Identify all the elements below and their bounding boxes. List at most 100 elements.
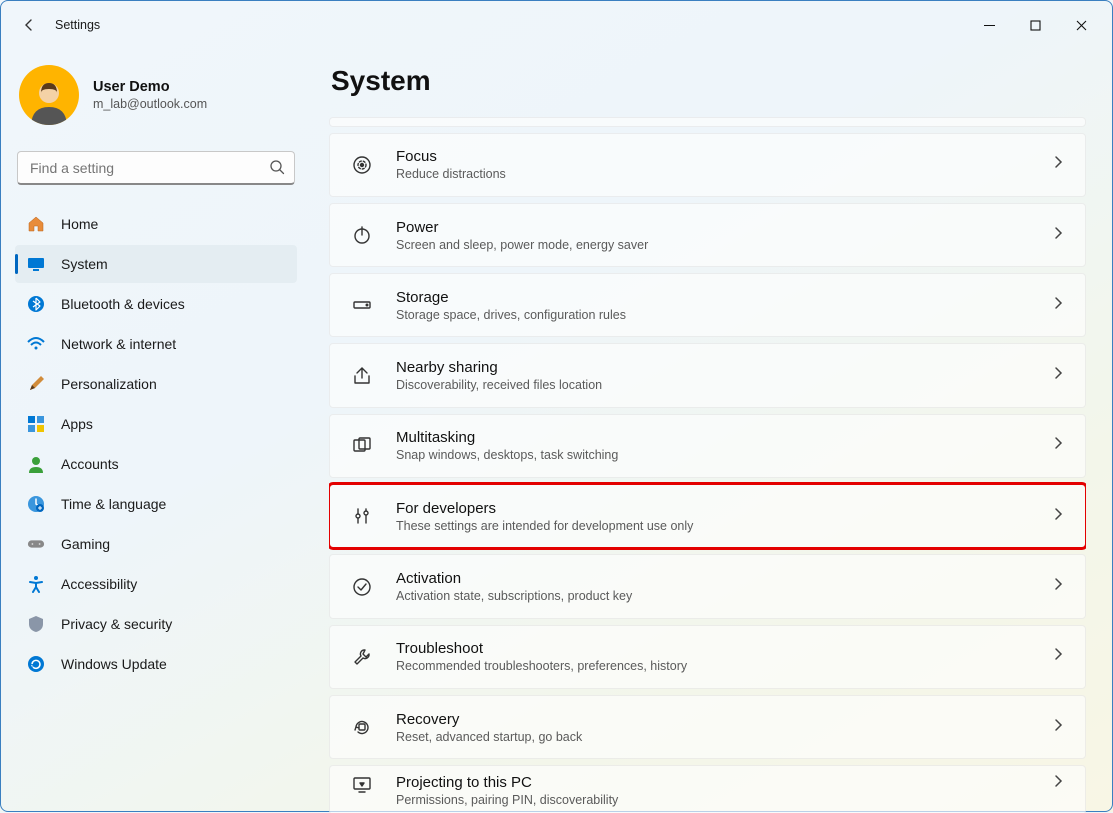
settings-card-project[interactable]: Projecting to this PC Permissions, pairin… (329, 765, 1086, 813)
nav-item-gamepad[interactable]: Gaming (15, 525, 297, 563)
project-icon (350, 774, 374, 796)
minimize-icon (984, 20, 995, 31)
profile[interactable]: User Demo m_lab@outlook.com (15, 59, 297, 145)
nav-item-person[interactable]: Accounts (15, 445, 297, 483)
nav-label: Home (61, 216, 98, 232)
multitask-icon (350, 435, 374, 457)
nav-label: Gaming (61, 536, 110, 552)
back-button[interactable] (15, 11, 43, 39)
sidebar: User Demo m_lab@outlook.com Home System Bl… (1, 49, 311, 813)
card-title: Troubleshoot (396, 640, 687, 657)
chevron-right-icon (1051, 647, 1065, 666)
main-content: System FocusReduce distractionsPowerScre… (311, 49, 1112, 813)
card-subtitle: Reset, advanced startup, go back (396, 730, 582, 744)
nav-label: Personalization (61, 376, 157, 392)
accessibility-icon (27, 575, 45, 593)
nav-label: Bluetooth & devices (61, 296, 185, 312)
settings-card-power[interactable]: Power Screen and sleep, power mode, energ… (329, 203, 1086, 267)
chevron-right-icon (1051, 436, 1065, 455)
nav-item-accessibility[interactable]: Accessibility (15, 565, 297, 603)
chevron-right-icon (1051, 296, 1065, 315)
card-title: Recovery (396, 711, 582, 728)
settings-card-recovery[interactable]: Recovery Reset, advanced startup, go back (329, 695, 1086, 759)
card-title: Storage (396, 289, 626, 306)
nav-label: Apps (61, 416, 93, 432)
wifi-icon (27, 335, 45, 353)
recovery-icon (350, 716, 374, 738)
nav-item-brush[interactable]: Personalization (15, 365, 297, 403)
person-icon (27, 455, 45, 473)
card-subtitle: Reduce distractions (396, 167, 506, 181)
share-icon (350, 365, 374, 387)
chevron-right-icon (1051, 226, 1065, 245)
chevron-right-icon (1051, 577, 1065, 596)
settings-list: Focus Reduce distractions Power Screen and … (329, 117, 1086, 813)
card-title: Projecting to this PC (396, 774, 618, 791)
settings-card-dev[interactable]: For developers These settings are intende… (329, 484, 1086, 548)
nav-list: Home System Bluetooth & devices Network & i… (15, 205, 297, 683)
card-subtitle: Recommended troubleshooters, preferences… (396, 659, 687, 673)
nav-label: System (61, 256, 108, 272)
nav-item-update[interactable]: Windows Update (15, 645, 297, 683)
arrow-left-icon (21, 17, 37, 33)
settings-card-partial[interactable] (329, 117, 1086, 127)
settings-card-storage[interactable]: StorageStorage space, drives, configurat… (329, 273, 1086, 337)
clock-icon (27, 495, 45, 513)
card-title: Focus (396, 148, 506, 165)
nav-label: Time & language (61, 496, 166, 512)
nav-label: Accessibility (61, 576, 137, 592)
shield-icon (27, 615, 45, 633)
settings-card-multitask[interactable]: MultitaskingSnap windows, desktops, task… (329, 414, 1086, 478)
apps-icon (27, 415, 45, 433)
card-title: For developers (396, 500, 693, 517)
settings-card-focus[interactable]: Focus Reduce distractions (329, 133, 1086, 197)
brush-icon (27, 375, 45, 393)
search-input[interactable] (17, 151, 295, 185)
card-subtitle: Snap windows, desktops, task switching (396, 448, 618, 462)
nav-item-bluetooth[interactable]: Bluetooth & devices (15, 285, 297, 323)
search-icon (269, 159, 285, 180)
user-name: User Demo (93, 79, 207, 95)
maximize-icon (1030, 20, 1041, 31)
card-subtitle: These settings are intended for developm… (396, 519, 693, 533)
chevron-right-icon (1051, 366, 1065, 385)
close-icon (1076, 20, 1087, 31)
settings-card-wrench[interactable]: Troubleshoot Recommended troubleshooters,… (329, 625, 1086, 689)
card-subtitle: Discoverability, received files location (396, 378, 602, 392)
window-title: Settings (55, 18, 100, 32)
close-button[interactable] (1058, 9, 1104, 41)
nav-label: Network & internet (61, 336, 176, 352)
settings-card-activation[interactable]: Activation Activation state, subscription… (329, 554, 1086, 618)
card-title: Activation (396, 570, 632, 587)
nav-item-clock[interactable]: Time & language (15, 485, 297, 523)
card-subtitle: Screen and sleep, power mode, energy sav… (396, 238, 648, 252)
nav-label: Windows Update (61, 656, 167, 672)
minimize-button[interactable] (966, 9, 1012, 41)
nav-item-system[interactable]: System (15, 245, 297, 283)
titlebar: Settings (1, 1, 1112, 49)
chevron-right-icon (1051, 774, 1065, 793)
avatar (19, 65, 79, 125)
nav-item-shield[interactable]: Privacy & security (15, 605, 297, 643)
card-title: Power (396, 219, 648, 236)
gamepad-icon (27, 535, 45, 553)
system-icon (27, 255, 45, 273)
dev-icon (350, 505, 374, 527)
card-subtitle: Activation state, subscriptions, product… (396, 589, 632, 603)
card-subtitle: Permissions, pairing PIN, discoverabilit… (396, 793, 618, 807)
nav-label: Privacy & security (61, 616, 172, 632)
nav-item-wifi[interactable]: Network & internet (15, 325, 297, 363)
nav-item-apps[interactable]: Apps (15, 405, 297, 443)
maximize-button[interactable] (1012, 9, 1058, 41)
chevron-right-icon (1051, 507, 1065, 526)
home-icon (27, 215, 45, 233)
activation-icon (350, 576, 374, 598)
wrench-icon (350, 646, 374, 668)
settings-card-share[interactable]: Nearby sharingDiscoverability, received … (329, 343, 1086, 407)
nav-item-home[interactable]: Home (15, 205, 297, 243)
search-box[interactable] (17, 151, 295, 185)
focus-icon (350, 154, 374, 176)
update-icon (27, 655, 45, 673)
storage-icon (350, 294, 374, 316)
chevron-right-icon (1051, 718, 1065, 737)
